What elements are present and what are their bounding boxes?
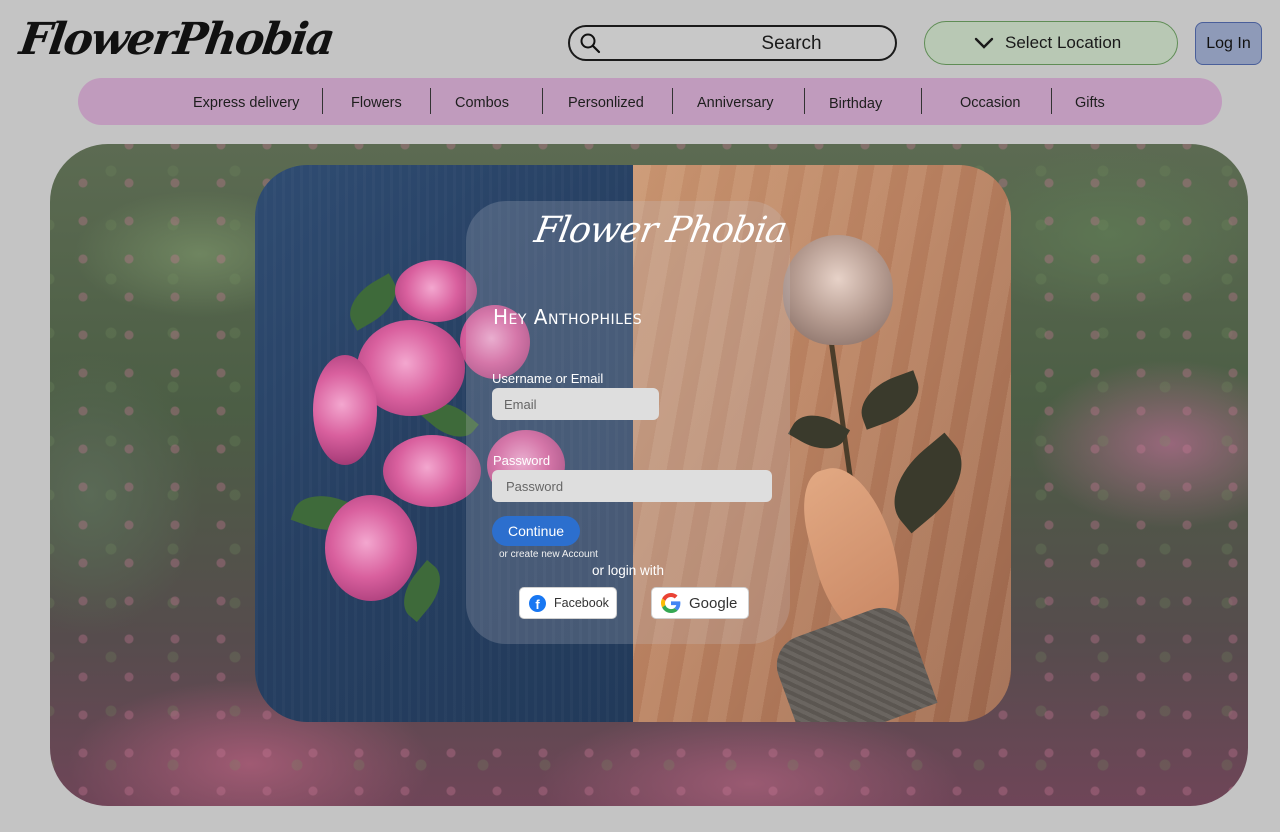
- login-button[interactable]: Log In: [1195, 22, 1262, 65]
- brand-title: Flower Phobia: [531, 210, 790, 251]
- continue-button[interactable]: Continue: [492, 516, 580, 546]
- category-nav: Express delivery Flowers Combos Personli…: [78, 78, 1222, 125]
- facebook-login-button[interactable]: f Facebook: [519, 587, 617, 619]
- password-label: Password: [493, 453, 551, 468]
- nav-divider: [804, 88, 805, 114]
- nav-item-flowers[interactable]: Flowers: [351, 95, 402, 111]
- nav-divider: [921, 88, 922, 114]
- or-login-with-text: or login with: [592, 563, 665, 578]
- chevron-down-icon: [974, 37, 994, 49]
- nav-item-personlized[interactable]: Personlized: [568, 95, 644, 111]
- nav-item-combos[interactable]: Combos: [455, 95, 509, 111]
- create-account-link[interactable]: or create new Account: [499, 549, 598, 560]
- username-label: Username or Email: [492, 371, 604, 386]
- nav-divider: [322, 88, 323, 114]
- google-login-button[interactable]: Google: [651, 587, 749, 619]
- greeting-heading: Hey Anthophiles: [493, 305, 643, 329]
- nav-divider: [430, 88, 431, 114]
- facebook-label: Facebook: [554, 596, 609, 610]
- nav-item-gifts[interactable]: Gifts: [1075, 95, 1105, 111]
- nav-divider: [1051, 88, 1052, 114]
- email-field[interactable]: [492, 388, 659, 420]
- nav-item-occasion[interactable]: Occasion: [960, 95, 1020, 111]
- search-placeholder: Search: [761, 33, 822, 54]
- nav-item-birthday[interactable]: Birthday: [829, 96, 882, 112]
- google-icon: [661, 593, 681, 613]
- nav-divider: [542, 88, 543, 114]
- password-field[interactable]: [492, 470, 772, 502]
- google-label: Google: [689, 594, 738, 612]
- nav-item-anniversary[interactable]: Anniversary: [697, 95, 774, 111]
- facebook-icon: f: [529, 594, 546, 612]
- nav-divider: [672, 88, 673, 114]
- select-location-label: Select Location: [1005, 33, 1122, 52]
- select-location-button[interactable]: Select Location: [924, 21, 1178, 65]
- search-bar[interactable]: Search: [568, 25, 897, 61]
- nav-item-express-delivery[interactable]: Express delivery: [193, 95, 299, 111]
- site-logo[interactable]: FlowerPhobia: [16, 14, 336, 65]
